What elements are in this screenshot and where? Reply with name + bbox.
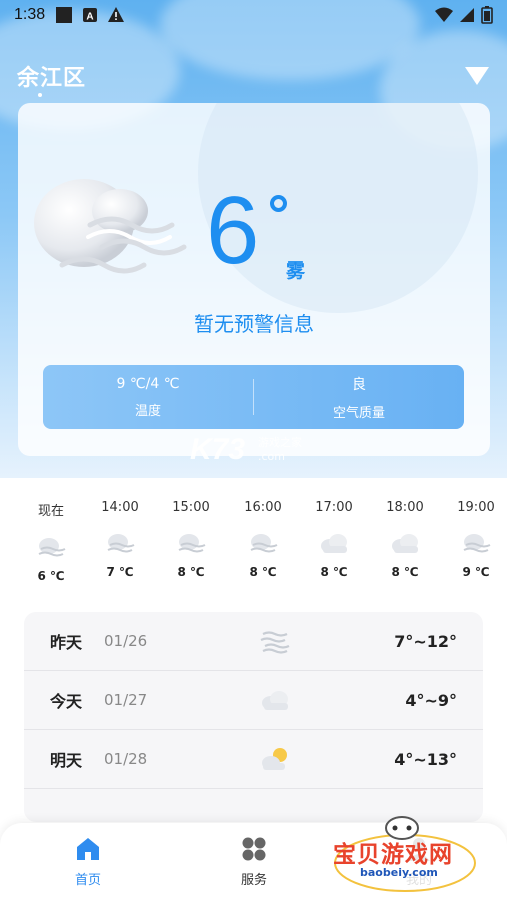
svg-text:A: A [87,12,94,23]
current-weather-card: 6 雾 暂无预警信息 9 ℃/4 ℃ 温度 良 空气质量 [18,103,490,456]
hour-temp: 8 ℃ [249,565,277,579]
warning-icon [108,7,125,22]
fog-icon [34,179,187,274]
stat-air-quality[interactable]: 良 空气质量 [254,374,464,421]
hour-time: 15:00 [172,500,210,515]
triangle-down-icon[interactable] [464,66,490,86]
weather-condition: 雾 [286,260,306,282]
wifi-icon [435,7,453,22]
hour-time: 16:00 [244,500,282,515]
day-row[interactable]: 明天 01/28 4°~13° [24,730,483,789]
warning-info[interactable]: 暂无预警信息 [18,308,490,337]
watermark-line: .com [258,450,285,464]
fog-icon [107,534,135,553]
watermark-k73-sub: 游戏之家 .com [258,436,302,465]
location-title[interactable]: 余江区 [17,60,86,92]
stat-label: 温度 [134,403,161,419]
nav-home[interactable]: 首页 [53,835,123,888]
day-name: 今天 [50,692,83,711]
current-temperature: 6 [206,177,260,284]
fog-icon [250,534,278,553]
day-date: 01/26 [104,632,148,650]
cloudy-icon [262,691,288,710]
stat-temperature: 9 ℃/4 ℃ 温度 [43,376,253,419]
hour-item: 14:00 7 ℃ [90,500,150,579]
day-row[interactable]: 今天 01/27 4°~9° [24,671,483,730]
hour-item: 现在 6 ℃ [21,500,81,583]
day-row[interactable]: 昨天 01/26 7°~12° [24,612,483,671]
fog-icon [260,631,290,654]
daily-forecast: 昨天 01/26 7°~12° 今天 01/27 4°~9° 明天 01/28 … [24,612,483,822]
status-time: 1:38 [14,6,46,23]
nav-label: 服务 [240,873,267,888]
watermark-line: 游戏之家 [258,436,302,449]
hour-item: 19:00 9 ℃ [446,500,506,579]
watermark-k73: K73 [190,433,246,466]
square-icon [56,7,73,23]
cloudy-icon [321,534,347,553]
hour-time: 14:00 [101,500,139,515]
stats-bar: 9 ℃/4 ℃ 温度 良 空气质量 [43,365,464,429]
stat-value: 良 [352,376,366,393]
hour-temp: 7 ℃ [106,565,134,579]
hour-temp: 8 ℃ [320,565,348,579]
degree-symbol [270,195,287,212]
day-temp-range: 4°~9° [405,690,457,710]
home-icon [77,838,99,860]
fog-icon [38,538,66,557]
fog-icon [178,534,206,553]
hour-time: 现在 [37,504,64,519]
brand-watermark-sub: baobeiy.com [360,866,438,879]
hour-temp: 8 ℃ [177,565,205,579]
grid-icon [242,837,266,861]
partly-sunny-icon [262,748,287,770]
hour-item: 18:00 8 ℃ [375,500,435,579]
hour-item: 16:00 8 ℃ [233,500,293,579]
signal-icon [460,8,474,22]
battery-icon [481,6,493,24]
hour-temp: 9 ℃ [462,565,490,579]
day-name: 明天 [50,751,83,770]
stat-value: 9 ℃/4 ℃ [116,375,180,392]
cloudy-icon [392,534,418,553]
a-box-icon: A [83,8,98,23]
hour-time: 19:00 [457,500,495,515]
brand-watermark-text: 宝贝游戏网 [333,842,453,868]
day-date: 01/28 [104,750,148,768]
stat-label: 空气质量 [332,405,385,421]
hour-item: 17:00 8 ℃ [304,500,364,579]
hour-temp: 8 ℃ [391,565,419,579]
day-name: 昨天 [50,633,83,652]
hour-time: 18:00 [386,500,424,515]
day-date: 01/27 [104,691,148,709]
hour-temp: 6 ℃ [37,569,65,583]
day-temp-range: 4°~13° [394,749,457,769]
status-bar: 1:38 A [0,0,507,30]
fog-icon [463,534,491,553]
page-indicator-dot [38,93,42,97]
nav-label: 首页 [74,873,101,888]
day-temp-range: 7°~12° [394,631,457,651]
hour-time: 17:00 [315,500,353,515]
hourly-forecast[interactable]: 现在 6 ℃ 14:00 7 ℃ 15:00 8 ℃ 16:00 8 ℃ 17:… [0,500,507,600]
nav-service[interactable]: 服务 [219,835,289,888]
hour-item: 15:00 8 ℃ [161,500,221,579]
